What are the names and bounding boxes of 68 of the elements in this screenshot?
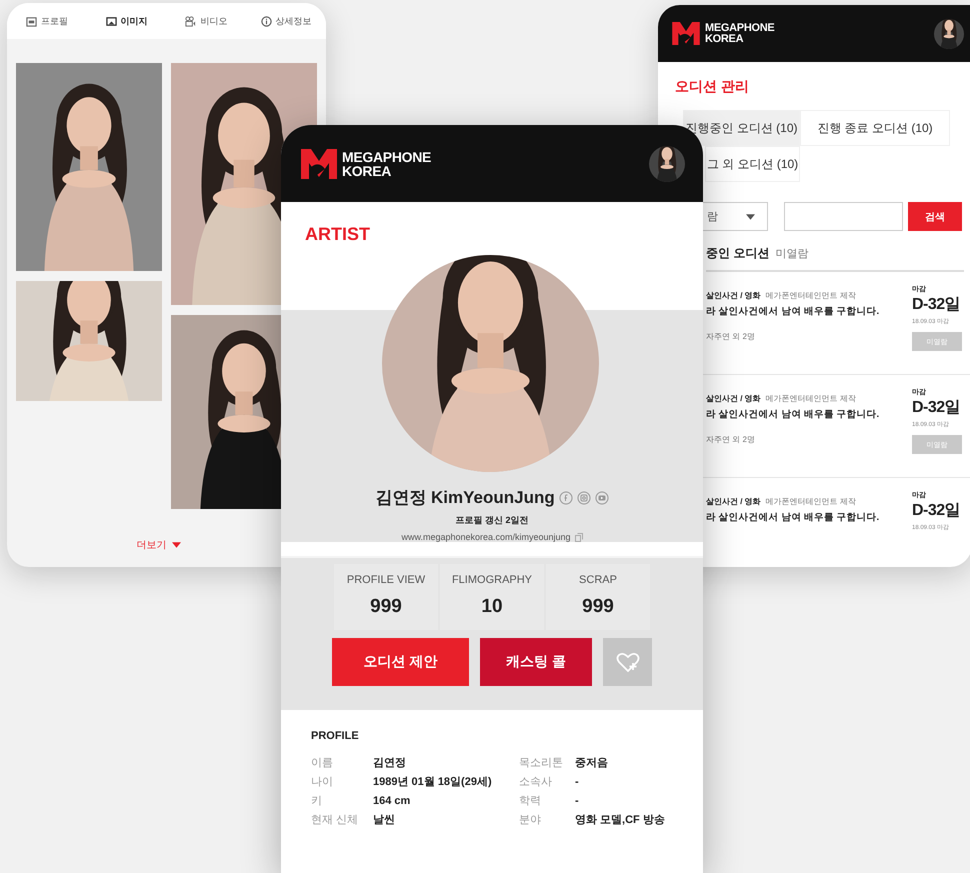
field-label: 현재 신체: [311, 813, 360, 828]
filter-dropdown[interactable]: 람: [700, 202, 768, 231]
field-value: -: [575, 775, 580, 790]
list-title: 중인 오디션: [706, 245, 770, 262]
stat-label: PROFILE VIEW: [346, 574, 426, 586]
section-title: PROFILE: [311, 730, 360, 742]
field-value: 날씬: [373, 813, 396, 828]
field-label: 학력: [519, 794, 542, 809]
field-label: 나이: [311, 775, 334, 790]
caret-icon: [172, 542, 180, 548]
video-camera-icon: [185, 16, 196, 26]
field-label: 이름: [311, 756, 334, 771]
audition-title[interactable]: 라 살인사건에서 남여 배우를 구합니다.: [706, 305, 912, 318]
stat-value: 10: [481, 596, 503, 618]
stat-label: FLIMOGRAPHY: [452, 574, 532, 586]
audition-category: 살인사건 / 영화: [706, 496, 761, 507]
stat-value: 999: [582, 596, 614, 618]
stat-value: 999: [370, 596, 402, 618]
field-label: 키: [311, 794, 323, 809]
caret-icon: [746, 214, 755, 220]
producer-text: 메가폰엔터테인먼트 제작: [766, 496, 856, 507]
profile-card-icon: [26, 16, 37, 26]
page-title: 오디션 관리: [674, 77, 750, 96]
d-day-text: D-32일: [912, 501, 960, 521]
field-value: 1989년 01월 18일(29세): [373, 775, 493, 790]
instagram-icon[interactable]: [576, 490, 591, 504]
field-label: 소속사: [519, 775, 553, 790]
image-icon: [106, 16, 117, 26]
d-day-text: D-32일: [912, 295, 960, 315]
youtube-icon[interactable]: [594, 490, 609, 504]
field-value: 164 cm: [373, 794, 412, 809]
copy-icon[interactable]: [574, 532, 583, 542]
d-day-text: D-32일: [912, 398, 960, 418]
logo-icon: [301, 148, 337, 178]
cast-text: 자주연 외 2명: [706, 331, 756, 342]
info-icon: [260, 16, 272, 26]
producer-text: 메가폰엔터테인먼트 제작: [766, 290, 856, 301]
action-button[interactable]: 오디션 제안: [332, 638, 469, 686]
search-field[interactable]: [784, 202, 903, 231]
field-value: -: [575, 794, 580, 809]
field-label: 목소리톤: [519, 756, 564, 771]
producer-text: 메가폰엔터테인먼트 제작: [766, 393, 856, 404]
profile-url[interactable]: www.megaphonekorea.com/kimyeounjung: [401, 532, 571, 542]
field-value: 영화 모델,CF 방송: [575, 813, 666, 828]
section-title: ARTIST: [304, 223, 371, 245]
logo-text: MEGAPHONE KOREA: [705, 22, 774, 44]
facebook-icon[interactable]: [558, 490, 573, 504]
search-button[interactable]: 검색: [908, 202, 962, 231]
field-value: 중저음: [575, 756, 609, 771]
stat-label: SCRAP: [579, 574, 617, 586]
logo-text: MEGAPHONE KOREA: [342, 150, 432, 178]
cast-text: 자주연 외 2명: [706, 434, 756, 445]
tab[interactable]: 그 외 오디션 (10): [705, 146, 800, 182]
filter-link[interactable]: 미열람: [775, 246, 808, 261]
heart-plus-icon: [616, 651, 640, 673]
action-button[interactable]: 캐스팅 콜: [480, 638, 592, 686]
update-text: 프로필 갱신 2일전: [454, 514, 530, 527]
audition-category: 살인사건 / 영화: [706, 290, 761, 301]
field-value: 김연정: [373, 756, 407, 771]
tab[interactable]: 진행 종료 오디션 (10): [800, 110, 950, 146]
audition-title[interactable]: 라 살인사건에서 남여 배우를 구합니다.: [706, 511, 912, 524]
logo-icon: [672, 22, 700, 45]
audition-category: 살인사건 / 영화: [706, 393, 761, 404]
more-button[interactable]: 더보기: [130, 537, 186, 553]
artist-name: 김연정 KimYeounJung: [375, 487, 555, 509]
audition-title[interactable]: 라 살인사건에서 남여 배우를 구합니다.: [706, 408, 912, 421]
favorite-button[interactable]: [603, 638, 652, 686]
field-label: 분야: [519, 813, 542, 828]
